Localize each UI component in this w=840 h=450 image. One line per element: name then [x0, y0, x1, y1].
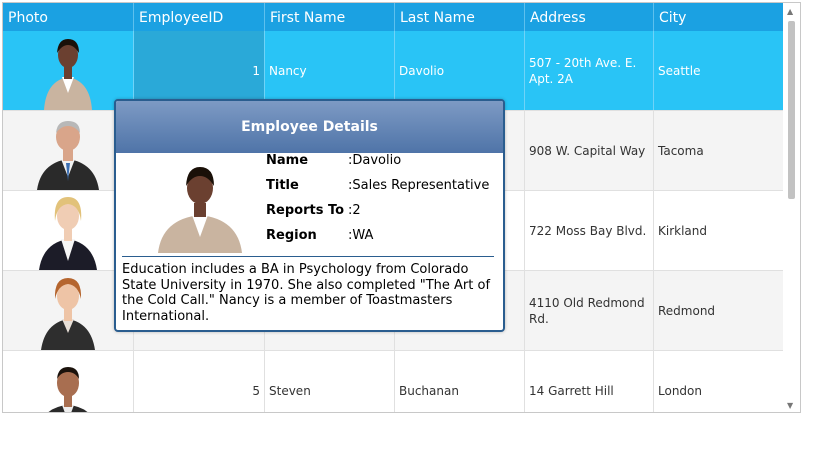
city-cell: London: [654, 351, 784, 412]
column-header-photo[interactable]: Photo: [3, 3, 134, 31]
address-cell: 14 Garrett Hill: [525, 351, 654, 412]
employee-photo: [156, 161, 244, 257]
detail-label: Name: [266, 153, 309, 168]
city-cell: Tacoma: [654, 111, 784, 190]
detail-label: Reports To: [266, 203, 345, 218]
detail-value: :Sales Representative: [348, 178, 490, 193]
address-cell: 908 W. Capital Way: [525, 111, 654, 190]
detail-value: :2: [348, 203, 361, 218]
employee-details-table: Name :Davolio Title :Sales Representativ…: [266, 153, 489, 253]
detail-value: :Davolio: [348, 153, 402, 168]
businessman-photo: [3, 351, 134, 412]
column-header-city[interactable]: City: [654, 3, 784, 31]
detail-row-name: Name :Davolio: [266, 153, 489, 178]
popup-body: Name :Davolio Title :Sales Representativ…: [116, 153, 503, 258]
address-cell: 722 Moss Bay Blvd.: [525, 191, 654, 270]
popup-title: Employee Details: [116, 101, 503, 153]
employee-notes: Education includes a BA in Psychology fr…: [122, 262, 491, 324]
detail-row-title: Title :Sales Representative: [266, 178, 489, 203]
popup-divider: [122, 256, 494, 257]
grid-header: Photo EmployeeID First Name Last Name Ad…: [3, 3, 784, 31]
employee-id-cell: 5: [134, 351, 265, 412]
column-header-address[interactable]: Address: [525, 3, 654, 31]
detail-row-reports-to: Reports To :2: [266, 203, 489, 228]
address-cell: 4110 Old Redmond Rd.: [525, 271, 654, 350]
table-row[interactable]: 5 Steven Buchanan 14 Garrett Hill London: [3, 351, 784, 412]
businesswoman-photo: [3, 31, 134, 110]
city-cell: Redmond: [654, 271, 784, 350]
scroll-up-icon[interactable]: ▲: [787, 7, 793, 16]
vertical-scrollbar[interactable]: ▲ ▼: [783, 3, 800, 412]
detail-label: Title: [266, 178, 299, 193]
scroll-down-icon[interactable]: ▼: [787, 401, 793, 410]
column-header-employeeid[interactable]: EmployeeID: [134, 3, 265, 31]
first-name-cell: Steven: [265, 351, 395, 412]
last-name-cell: Buchanan: [395, 351, 525, 412]
detail-label: Region: [266, 228, 317, 243]
city-cell: Kirkland: [654, 191, 784, 270]
detail-row-region: Region :WA: [266, 228, 489, 253]
column-header-first-name[interactable]: First Name: [265, 3, 395, 31]
city-cell: Seattle: [654, 31, 784, 110]
detail-value: :WA: [348, 228, 374, 243]
column-header-last-name[interactable]: Last Name: [395, 3, 525, 31]
scrollbar-thumb[interactable]: [788, 21, 795, 199]
employee-details-popup: Employee Details Name :Davolio Title :Sa…: [114, 99, 505, 332]
address-cell: 507 - 20th Ave. E. Apt. 2A: [525, 31, 654, 110]
